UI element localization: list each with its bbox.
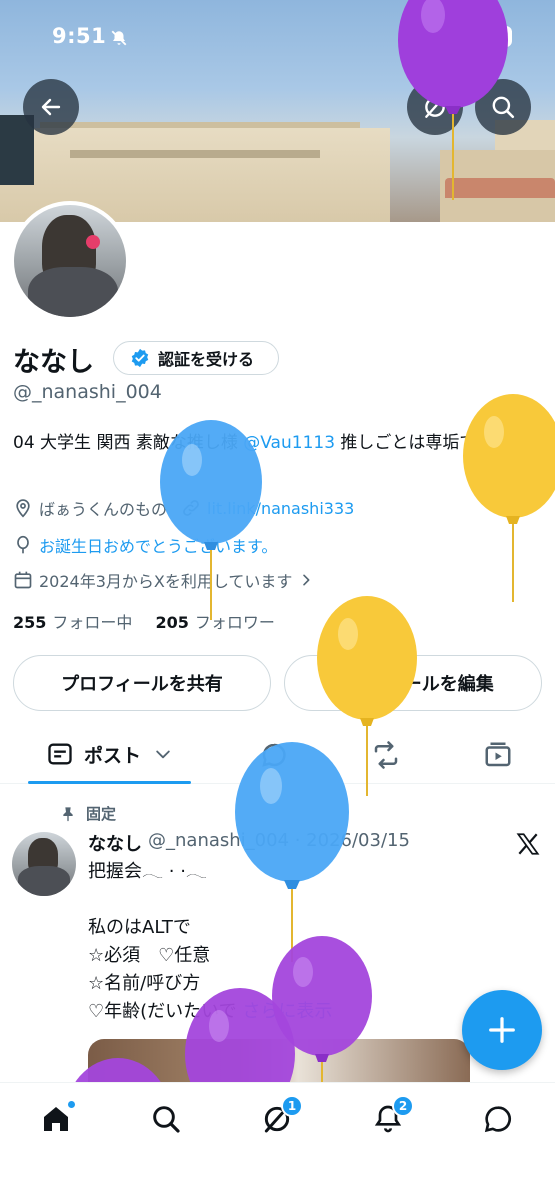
home-unread-dot — [67, 1100, 76, 1109]
nav-notifications[interactable]: 2 — [372, 1095, 414, 1139]
chevron-down-icon — [156, 750, 170, 759]
status-bar: 9:51 5G 84 — [0, 20, 555, 56]
birthday-row: お誕生日おめでとうございます。 — [13, 533, 277, 557]
home-icon — [44, 1107, 68, 1131]
following-link[interactable]: 255 フォロー中 — [13, 613, 132, 632]
profile-location: ばぁうくんのもの — [39, 500, 168, 519]
tweet-text[interactable]: 把握会𓂃 · ·𓂃 私のはALTで ☆必須 ♡任意 ☆名前/呼び方 ♡年齢(だい… — [88, 858, 448, 1026]
tab-replies-icon[interactable] — [259, 740, 289, 770]
balloon-icon — [17, 535, 29, 554]
follow-stats: 255 フォロー中 205 フォロワー — [13, 609, 275, 633]
chevron-right-icon — [303, 574, 310, 586]
pinned-label: 固定 — [86, 805, 117, 823]
profile-avatar[interactable] — [10, 201, 130, 321]
location-pin-icon — [16, 499, 30, 518]
grok-icon — [425, 96, 445, 118]
tab-reposts-icon[interactable] — [370, 740, 402, 770]
profile-tabs: ポスト — [0, 728, 555, 784]
nav-grok[interactable]: 1 — [261, 1095, 303, 1139]
profile-meta-row: ばぁうくんのもの lit.link/nanashi333 — [13, 496, 354, 520]
tweet-handle-date: @_nanashi_004 · 2026/03/15 — [148, 830, 410, 851]
show-more-link[interactable]: さらに表示 — [242, 1001, 332, 1022]
grok-button[interactable] — [407, 79, 463, 135]
search-icon — [492, 96, 515, 119]
active-tab-indicator — [28, 781, 191, 784]
pin-icon — [63, 806, 73, 821]
nav-messages[interactable] — [482, 1103, 514, 1139]
profile-bio: 04 大学生 関西 素敵な推し様 @Vau1113 推しごとは専垢で — [13, 433, 477, 453]
profile-handle: @_nanashi_004 — [13, 381, 162, 403]
compose-post-button[interactable] — [462, 990, 542, 1070]
search-icon — [153, 1106, 180, 1133]
bio-mention-link[interactable]: @Vau1113 — [243, 433, 335, 453]
signal-icon — [406, 28, 434, 46]
tweet-header: ななし @_nanashi_004 · 2026/03/15 — [88, 830, 410, 856]
joined-row[interactable]: 2024年3月からXを利用しています — [13, 568, 320, 592]
bell-muted-icon — [111, 30, 127, 46]
tweet-avatar[interactable] — [12, 832, 76, 896]
grok-badge: 1 — [281, 1095, 303, 1117]
search-button[interactable] — [475, 79, 531, 135]
posts-icon — [48, 743, 72, 765]
link-icon — [183, 500, 199, 516]
calendar-icon — [14, 571, 32, 589]
yellow-balloon-right — [463, 394, 555, 602]
verified-badge-icon — [131, 348, 149, 368]
nav-search[interactable] — [150, 1103, 182, 1139]
back-button[interactable] — [23, 79, 79, 135]
profile-website-link[interactable]: lit.link/nanashi333 — [207, 499, 354, 518]
x-logo-icon — [516, 833, 540, 855]
bottom-navigation: 1 2 — [0, 1082, 555, 1200]
tab-media-icon[interactable] — [483, 740, 513, 770]
get-verified-button[interactable]: 認証を受ける — [113, 341, 279, 375]
tab-posts-label: ポスト — [84, 744, 142, 767]
network-type: 5G — [443, 26, 469, 46]
tab-posts[interactable]: ポスト — [46, 740, 183, 768]
nav-home[interactable] — [40, 1100, 76, 1139]
notifications-badge: 2 — [392, 1095, 414, 1117]
tweet-author-name[interactable]: ななし — [88, 830, 142, 856]
battery-level: 84 — [478, 26, 512, 47]
status-time: 9:51 — [52, 24, 107, 48]
joined-date: 2024年3月からXを利用しています — [39, 572, 293, 591]
get-verified-label: 認証を受ける — [158, 350, 255, 369]
share-profile-button[interactable]: プロフィールを共有 — [13, 655, 271, 711]
edit-profile-button[interactable]: プロフィールを編集 — [284, 655, 542, 711]
arrow-left-icon — [41, 98, 61, 116]
chat-bubble-icon — [484, 1106, 511, 1133]
birthday-text[interactable]: お誕生日おめでとうございます。 — [39, 533, 277, 557]
profile-name: ななし — [13, 347, 94, 378]
followers-link[interactable]: 205 フォロワー — [156, 613, 275, 632]
pinned-indicator: 固定 — [60, 803, 116, 824]
plus-icon — [489, 1017, 515, 1043]
